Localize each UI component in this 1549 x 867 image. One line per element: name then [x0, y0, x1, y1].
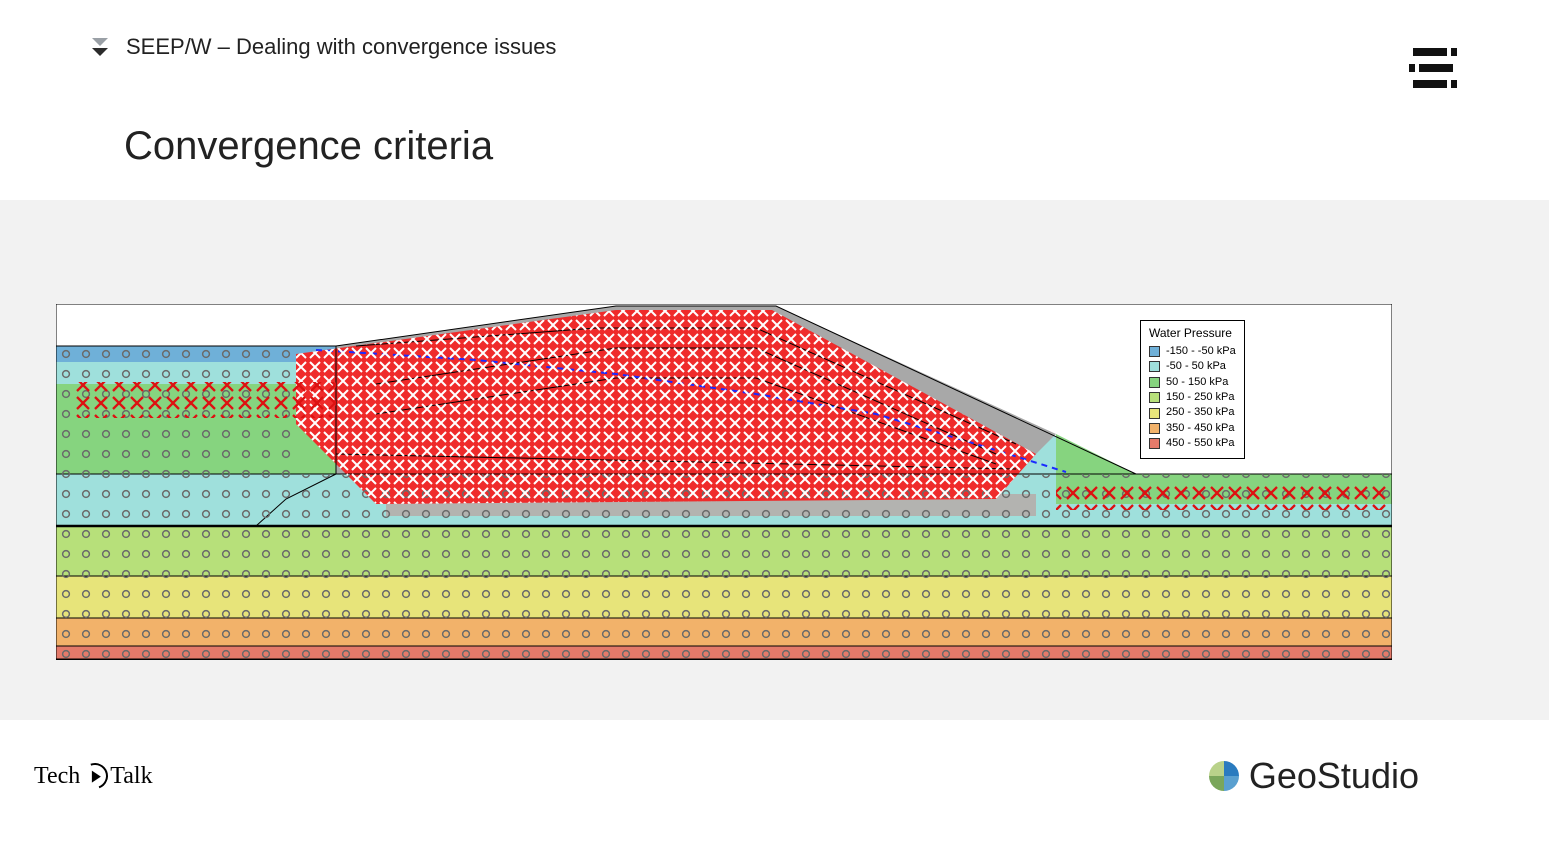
globe-icon: [1209, 761, 1239, 791]
figure-canvas: Water Pressure -150 - -50 kPa-50 - 50 kP…: [0, 200, 1549, 720]
legend-label: 250 - 350 kPa: [1166, 405, 1235, 420]
legend-swatch: [1149, 346, 1160, 357]
legend-label: -50 - 50 kPa: [1166, 359, 1226, 374]
legend-label: 350 - 450 kPa: [1166, 421, 1235, 436]
legend-row: 450 - 550 kPa: [1149, 436, 1236, 451]
geostudio-logo: GeoStudio: [1209, 755, 1419, 797]
legend-box: Water Pressure -150 - -50 kPa-50 - 50 kP…: [1140, 320, 1245, 459]
legend-swatch: [1149, 361, 1160, 372]
slide-title: Convergence criteria: [124, 124, 493, 169]
play-in-circle-icon: [78, 759, 113, 794]
legend-row: -150 - -50 kPa: [1149, 344, 1236, 359]
legend-swatch: [1149, 438, 1160, 449]
legend-label: -150 - -50 kPa: [1166, 344, 1236, 359]
legend-label: 50 - 150 kPa: [1166, 375, 1228, 390]
legend-row: -50 - 50 kPa: [1149, 359, 1236, 374]
legend-row: 250 - 350 kPa: [1149, 405, 1236, 420]
techtalk-right: Talk: [110, 763, 152, 790]
geostudio-text: GeoStudio: [1249, 755, 1419, 797]
legend-title: Water Pressure: [1149, 325, 1236, 342]
legend-row: 50 - 150 kPa: [1149, 375, 1236, 390]
seequent-logo-icon: [1407, 42, 1459, 99]
legend-row: 150 - 250 kPa: [1149, 390, 1236, 405]
legend-label: 150 - 250 kPa: [1166, 390, 1235, 405]
down-arrows-icon: [90, 36, 110, 58]
slide-header: SEEP/W – Dealing with convergence issues: [90, 34, 556, 60]
header-text: SEEP/W – Dealing with convergence issues: [126, 34, 556, 60]
legend-swatch: [1149, 408, 1160, 419]
techtalk-left: Tech: [34, 763, 80, 790]
legend-row: 350 - 450 kPa: [1149, 421, 1236, 436]
legend-swatch: [1149, 392, 1160, 403]
legend-label: 450 - 550 kPa: [1166, 436, 1235, 451]
legend-swatch: [1149, 377, 1160, 388]
legend-swatch: [1149, 423, 1160, 434]
slide-footer: Tech Talk GeoStudio: [34, 755, 1419, 797]
techtalk-logo: Tech Talk: [34, 763, 153, 790]
